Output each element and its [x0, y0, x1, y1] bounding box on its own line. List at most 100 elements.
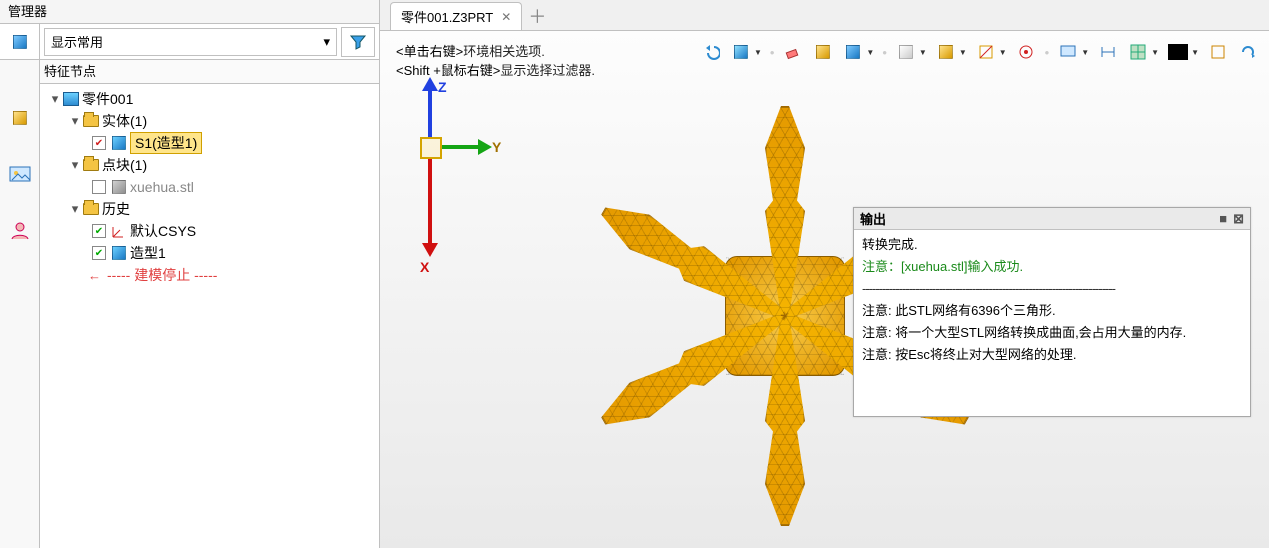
vt-undo[interactable]	[700, 41, 722, 63]
layers-icon	[1209, 43, 1227, 61]
tree-history-label: 历史	[102, 199, 130, 219]
feature-tree[interactable]: ▾ 零件001 ▾ 实体(1) ✔ S1(造型1) ▾ 点块(1) ✔ xueh…	[40, 84, 379, 290]
vt-layers[interactable]	[1207, 41, 1229, 63]
tree-history-group[interactable]: ▾ 历史	[40, 198, 379, 220]
chevron-down-icon[interactable]: ▼	[959, 48, 967, 57]
axis-triad[interactable]: Z Y X	[398, 77, 468, 237]
chevron-down-icon[interactable]: ▼	[754, 48, 762, 57]
user-icon	[9, 219, 31, 241]
tab-part001[interactable]: 零件001.Z3PRT ✕	[390, 2, 522, 30]
vt-wire2[interactable]	[935, 41, 957, 63]
output-title-label: 输出	[860, 209, 886, 228]
vt-target[interactable]	[1015, 41, 1037, 63]
tree-csys[interactable]: ✔ 默认CSYS	[40, 220, 379, 242]
cube-yellow-icon	[11, 109, 29, 127]
caret-icon[interactable]: ▾	[68, 201, 82, 217]
caret-icon[interactable]: ▾	[68, 157, 82, 173]
document-tabs: 零件001.Z3PRT ✕ ＋	[380, 0, 1269, 30]
chevron-down-icon[interactable]: ▼	[1191, 48, 1199, 57]
chevron-down-icon[interactable]: ▼	[1151, 48, 1159, 57]
chevron-down-icon[interactable]: ▼	[1081, 48, 1089, 57]
vt-section[interactable]	[975, 41, 997, 63]
cube-gold-icon	[937, 43, 955, 61]
left-sidebar	[0, 60, 40, 548]
tree-shape1[interactable]: ✔ 造型1	[40, 242, 379, 264]
output-titlebar[interactable]: 输出 ■ ⊠	[854, 208, 1250, 230]
vt-wire1[interactable]	[895, 41, 917, 63]
display-combo[interactable]: 显示常用 ▾	[44, 28, 337, 56]
hint1a: <单击右键>	[396, 44, 463, 59]
vt-refresh[interactable]	[1237, 41, 1259, 63]
close-icon[interactable]: ✕	[501, 10, 511, 24]
close-icon[interactable]: ⊠	[1233, 211, 1244, 227]
display-row: 显示常用 ▾	[0, 24, 379, 60]
folder-icon	[82, 203, 100, 215]
vt-color-swatch[interactable]	[1167, 41, 1189, 63]
hint2b: 显示选择过滤器.	[500, 63, 595, 78]
axis-y-label: Y	[492, 139, 501, 155]
tree-solid-group[interactable]: ▾ 实体(1)	[40, 110, 379, 132]
tree-stop-marker[interactable]: ← ----- 建模停止 -----	[40, 264, 379, 286]
checkbox-checked-icon[interactable]: ✔	[92, 246, 106, 260]
x-axis-head	[422, 243, 438, 257]
chevron-down-icon[interactable]: ▼	[919, 48, 927, 57]
y-axis-head	[478, 139, 492, 155]
folder-icon	[82, 159, 100, 171]
chevron-down-icon[interactable]: ▼	[999, 48, 1007, 57]
csys-icon	[110, 223, 128, 239]
tab-add-button[interactable]: ＋	[522, 2, 552, 30]
chevron-down-icon[interactable]: ▼	[866, 48, 874, 57]
tree-csys-label: 默认CSYS	[130, 221, 196, 241]
vt-cube-gold[interactable]	[812, 41, 834, 63]
checkbox-unchecked-icon[interactable]: ✔	[92, 180, 106, 194]
vt-cube1[interactable]	[730, 41, 752, 63]
axis-x-label: X	[420, 259, 429, 275]
tree-block-item[interactable]: ✔ xuehua.stl	[40, 176, 379, 198]
tab-label: 零件001.Z3PRT	[401, 7, 493, 26]
manager-mode-icon[interactable]	[0, 24, 40, 59]
tree-stop-label: ----- 建模停止 -----	[107, 265, 217, 285]
vt-eraser[interactable]	[782, 41, 804, 63]
refresh-icon	[1239, 43, 1257, 61]
vt-screen[interactable]	[1057, 41, 1079, 63]
sidebar-view-cube[interactable]	[8, 106, 32, 130]
cube-icon	[11, 33, 29, 51]
checkbox-checked-icon[interactable]: ✔	[92, 136, 106, 150]
arrow-left-icon: ←	[88, 268, 101, 283]
tree-block-group[interactable]: ▾ 点块(1)	[40, 154, 379, 176]
tree-block-item-label: xuehua.stl	[130, 179, 194, 195]
output-separator: ----------------------------------------…	[862, 278, 1242, 300]
tree-shape1-label: 造型1	[130, 243, 166, 263]
funnel-icon	[349, 33, 367, 51]
output-body[interactable]: 转换完成. 注意：[xuehua.stl]输入成功. -------------…	[854, 230, 1250, 416]
target-icon	[1017, 43, 1035, 61]
tree-solid-item[interactable]: ✔ S1(造型1)	[40, 132, 379, 154]
vt-grid[interactable]	[1127, 41, 1149, 63]
axis-origin	[420, 137, 442, 159]
solid-icon	[110, 244, 128, 262]
vt-cube-blue[interactable]	[842, 41, 864, 63]
undo-icon	[702, 43, 720, 61]
eraser-icon	[784, 43, 802, 61]
manager-title: 管理器	[0, 0, 379, 24]
checkbox-checked-icon[interactable]: ✔	[92, 224, 106, 238]
caret-icon[interactable]: ▾	[48, 91, 62, 107]
image-icon	[9, 163, 31, 185]
viewport-3d[interactable]: <单击右键>环境相关选项. <Shift +鼠标右键>显示选择过滤器. ▼ • …	[380, 30, 1269, 548]
minimize-icon[interactable]: ■	[1219, 211, 1227, 227]
sidebar-image[interactable]	[8, 162, 32, 186]
separator: •	[882, 45, 887, 60]
manager-panel: 管理器 显示常用 ▾ 特征节点 ▾ 零件001 ▾ 实体(1) ✔	[0, 0, 380, 548]
sidebar-user[interactable]	[8, 218, 32, 242]
filter-button[interactable]	[341, 27, 375, 57]
output-line: 转换完成.	[862, 234, 1242, 256]
x-axis	[428, 159, 432, 247]
feature-header: 特征节点	[0, 60, 379, 84]
output-panel: 输出 ■ ⊠ 转换完成. 注意：[xuehua.stl]输入成功. ------…	[853, 207, 1251, 417]
z-axis-head	[422, 77, 438, 91]
y-axis	[442, 145, 482, 149]
vt-measure[interactable]	[1097, 41, 1119, 63]
cube-icon	[844, 43, 862, 61]
tree-root[interactable]: ▾ 零件001	[40, 88, 379, 110]
caret-icon[interactable]: ▾	[68, 113, 82, 129]
